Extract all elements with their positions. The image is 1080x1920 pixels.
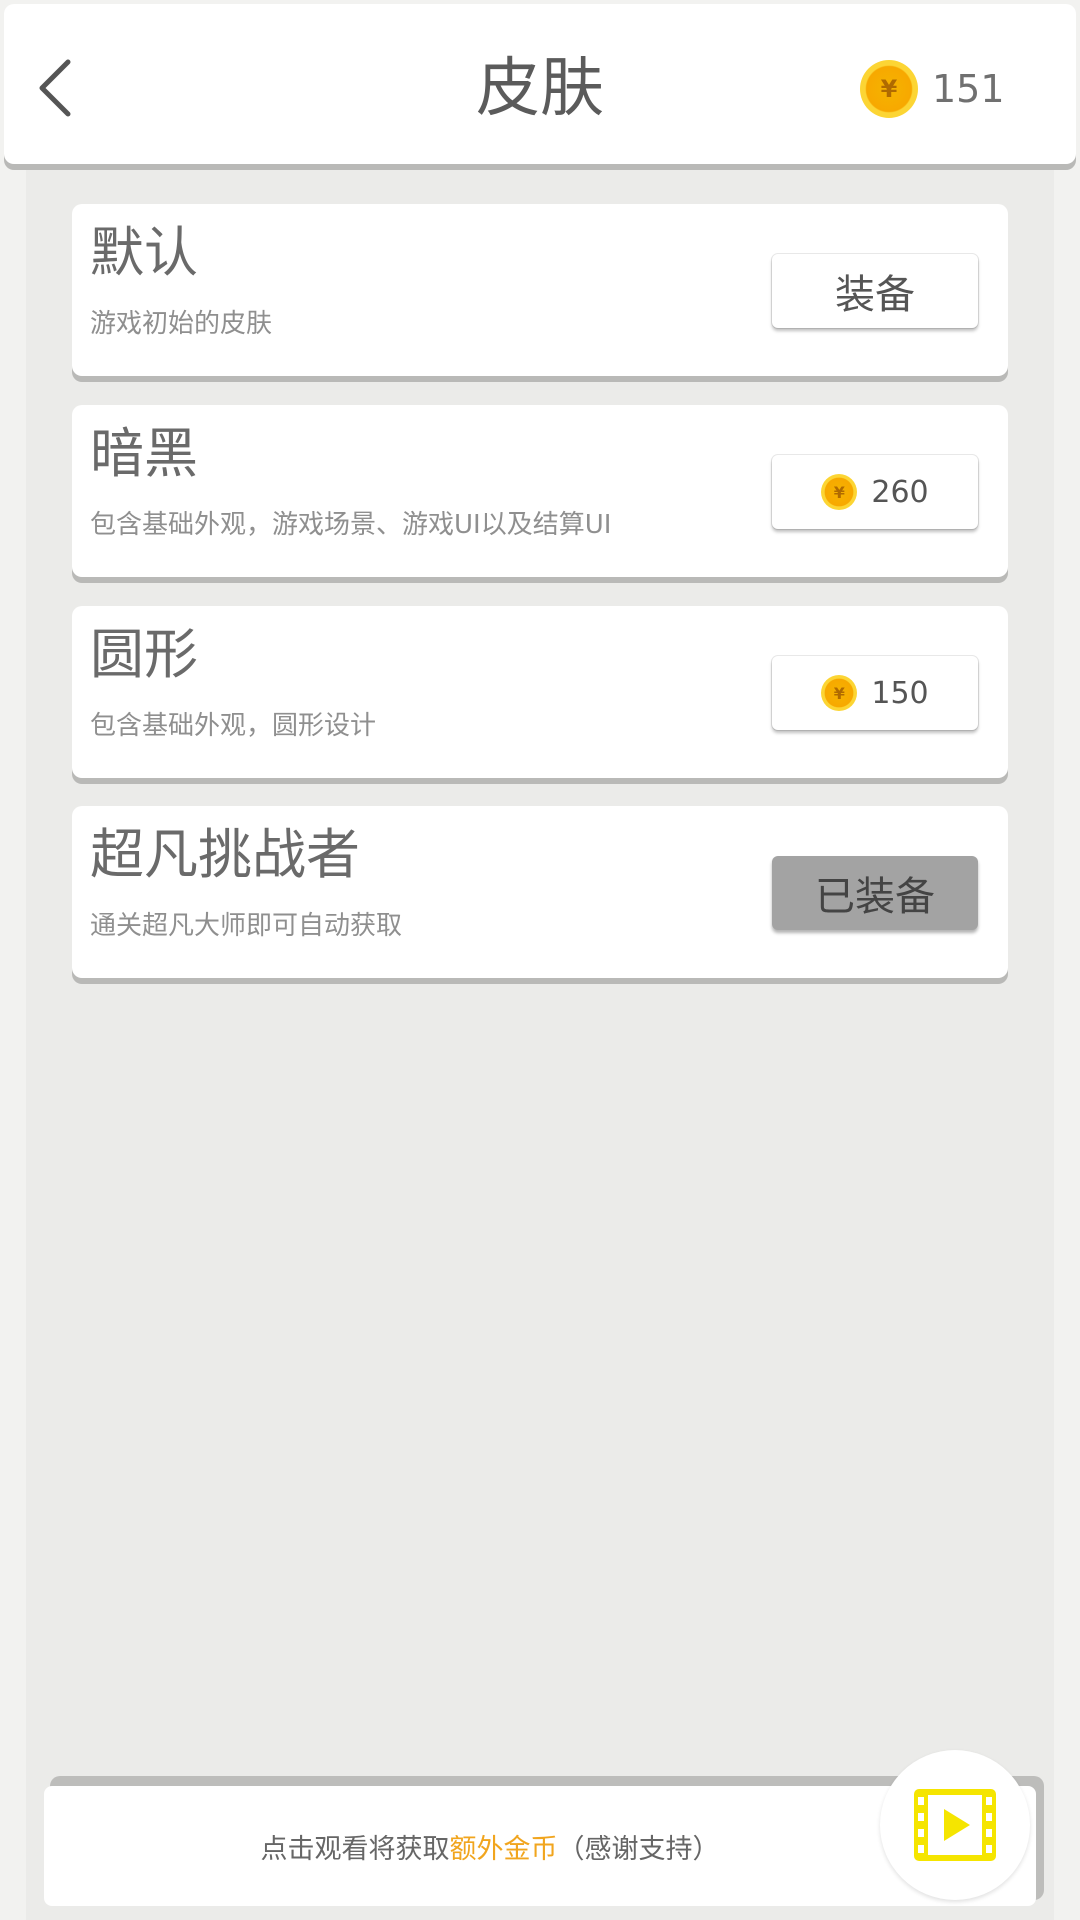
coin-icon: ¥ — [821, 675, 858, 711]
skin-description: 游戏初始的皮肤 — [90, 309, 273, 339]
buy-button[interactable]: ¥ 260 — [772, 455, 978, 529]
banner-text-before: 点击观看将获取 — [260, 1833, 450, 1865]
header-bar: 皮肤 ¥ 151 — [4, 4, 1076, 164]
skin-card-challenger: 超凡挑战者 通关超凡大师即可自动获取 已装备 — [72, 806, 1008, 978]
watch-video-button[interactable] — [880, 1750, 1030, 1900]
skin-name: 超凡挑战者 — [90, 823, 360, 886]
banner-highlight: 额外金币 — [449, 1833, 558, 1865]
skin-name: 暗黑 — [90, 422, 198, 485]
buy-button[interactable]: ¥ 150 — [772, 656, 978, 730]
coin-balance: ¥ 151 — [860, 60, 1005, 118]
skin-card-default: 默认 游戏初始的皮肤 装备 — [72, 204, 1008, 376]
coin-icon: ¥ — [821, 474, 858, 510]
skin-description: 包含基础外观，游戏场景、游戏UI以及结算UI — [90, 510, 612, 540]
skin-name: 默认 — [90, 221, 198, 284]
skin-card-dark: 暗黑 包含基础外观，游戏场景、游戏UI以及结算UI ¥ 260 — [72, 405, 1008, 577]
skin-name: 圆形 — [90, 623, 198, 686]
banner-text-after: （感谢支持） — [557, 1833, 720, 1865]
price-label: 260 — [871, 474, 929, 510]
coin-count: 151 — [932, 67, 1005, 111]
film-play-icon — [914, 1789, 996, 1861]
skins-page: 皮肤 ¥ 151 默认 游戏初始的皮肤 装备 暗黑 包含基础外观，游戏场景、游戏… — [0, 0, 1080, 1920]
banner-text: 点击观看将获取额外金币（感谢支持） — [261, 1827, 720, 1866]
coin-icon: ¥ — [860, 60, 918, 118]
skin-description: 通关超凡大师即可自动获取 — [90, 911, 403, 941]
skin-card-round: 圆形 包含基础外观，圆形设计 ¥ 150 — [72, 606, 1008, 778]
price-label: 150 — [871, 675, 929, 711]
skin-description: 包含基础外观，圆形设计 — [90, 711, 377, 741]
equipped-button[interactable]: 已装备 — [772, 856, 978, 930]
equip-button[interactable]: 装备 — [772, 254, 978, 328]
